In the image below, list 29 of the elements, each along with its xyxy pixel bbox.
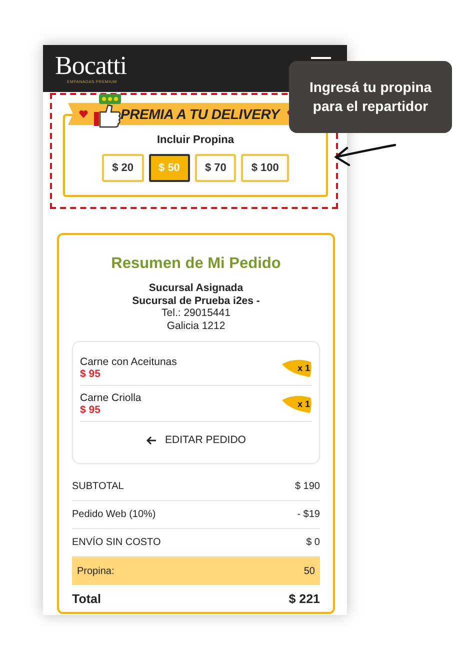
total-label: Propina: <box>77 566 114 576</box>
tip-option[interactable]: $ 70 <box>194 154 236 182</box>
item-quantity: x 1 <box>297 399 310 409</box>
total-value: $ 190 <box>294 481 320 492</box>
callout-note: Ingresá tu propina para el repartidor <box>289 61 452 133</box>
branch-name: Sucursal de Prueba i2es - <box>132 294 260 307</box>
item-price: $ 95 <box>80 404 102 416</box>
item-price: $ 95 <box>80 368 102 380</box>
total-label: Pedido Web (10%) <box>72 509 156 520</box>
total-label: ENVÍO SIN COSTO <box>72 537 161 548</box>
summary-title: Resumen de Mi Pedido <box>111 255 281 273</box>
item-quantity: x 1 <box>297 363 310 373</box>
item-name: Carne Criolla <box>80 392 142 404</box>
total-label: SUBTOTAL <box>72 481 124 492</box>
tip-label: Incluir Propina <box>156 134 234 146</box>
total-value: - $19 <box>297 509 320 520</box>
brand-logo: Bocatti <box>55 53 127 79</box>
total-value: 50 <box>304 566 315 576</box>
total-label: Total <box>72 592 101 606</box>
total-value: $ 221 <box>288 592 320 606</box>
tip-option[interactable]: $ 20 <box>102 154 144 182</box>
edit-order-button[interactable]: EDITAR PEDIDO <box>80 422 312 463</box>
banner-title: PREMIA A TU DELIVERY <box>120 106 280 122</box>
total-value: $ 0 <box>306 537 320 548</box>
branch-heading: Sucursal Asignada <box>148 282 244 294</box>
tip-option[interactable]: $ 100 <box>241 154 289 182</box>
branch-address: Galicia 1212 <box>166 320 226 332</box>
item-name: Carne con Aceitunas <box>80 356 177 368</box>
branch-phone: Tel.: 29015441 <box>162 307 230 320</box>
